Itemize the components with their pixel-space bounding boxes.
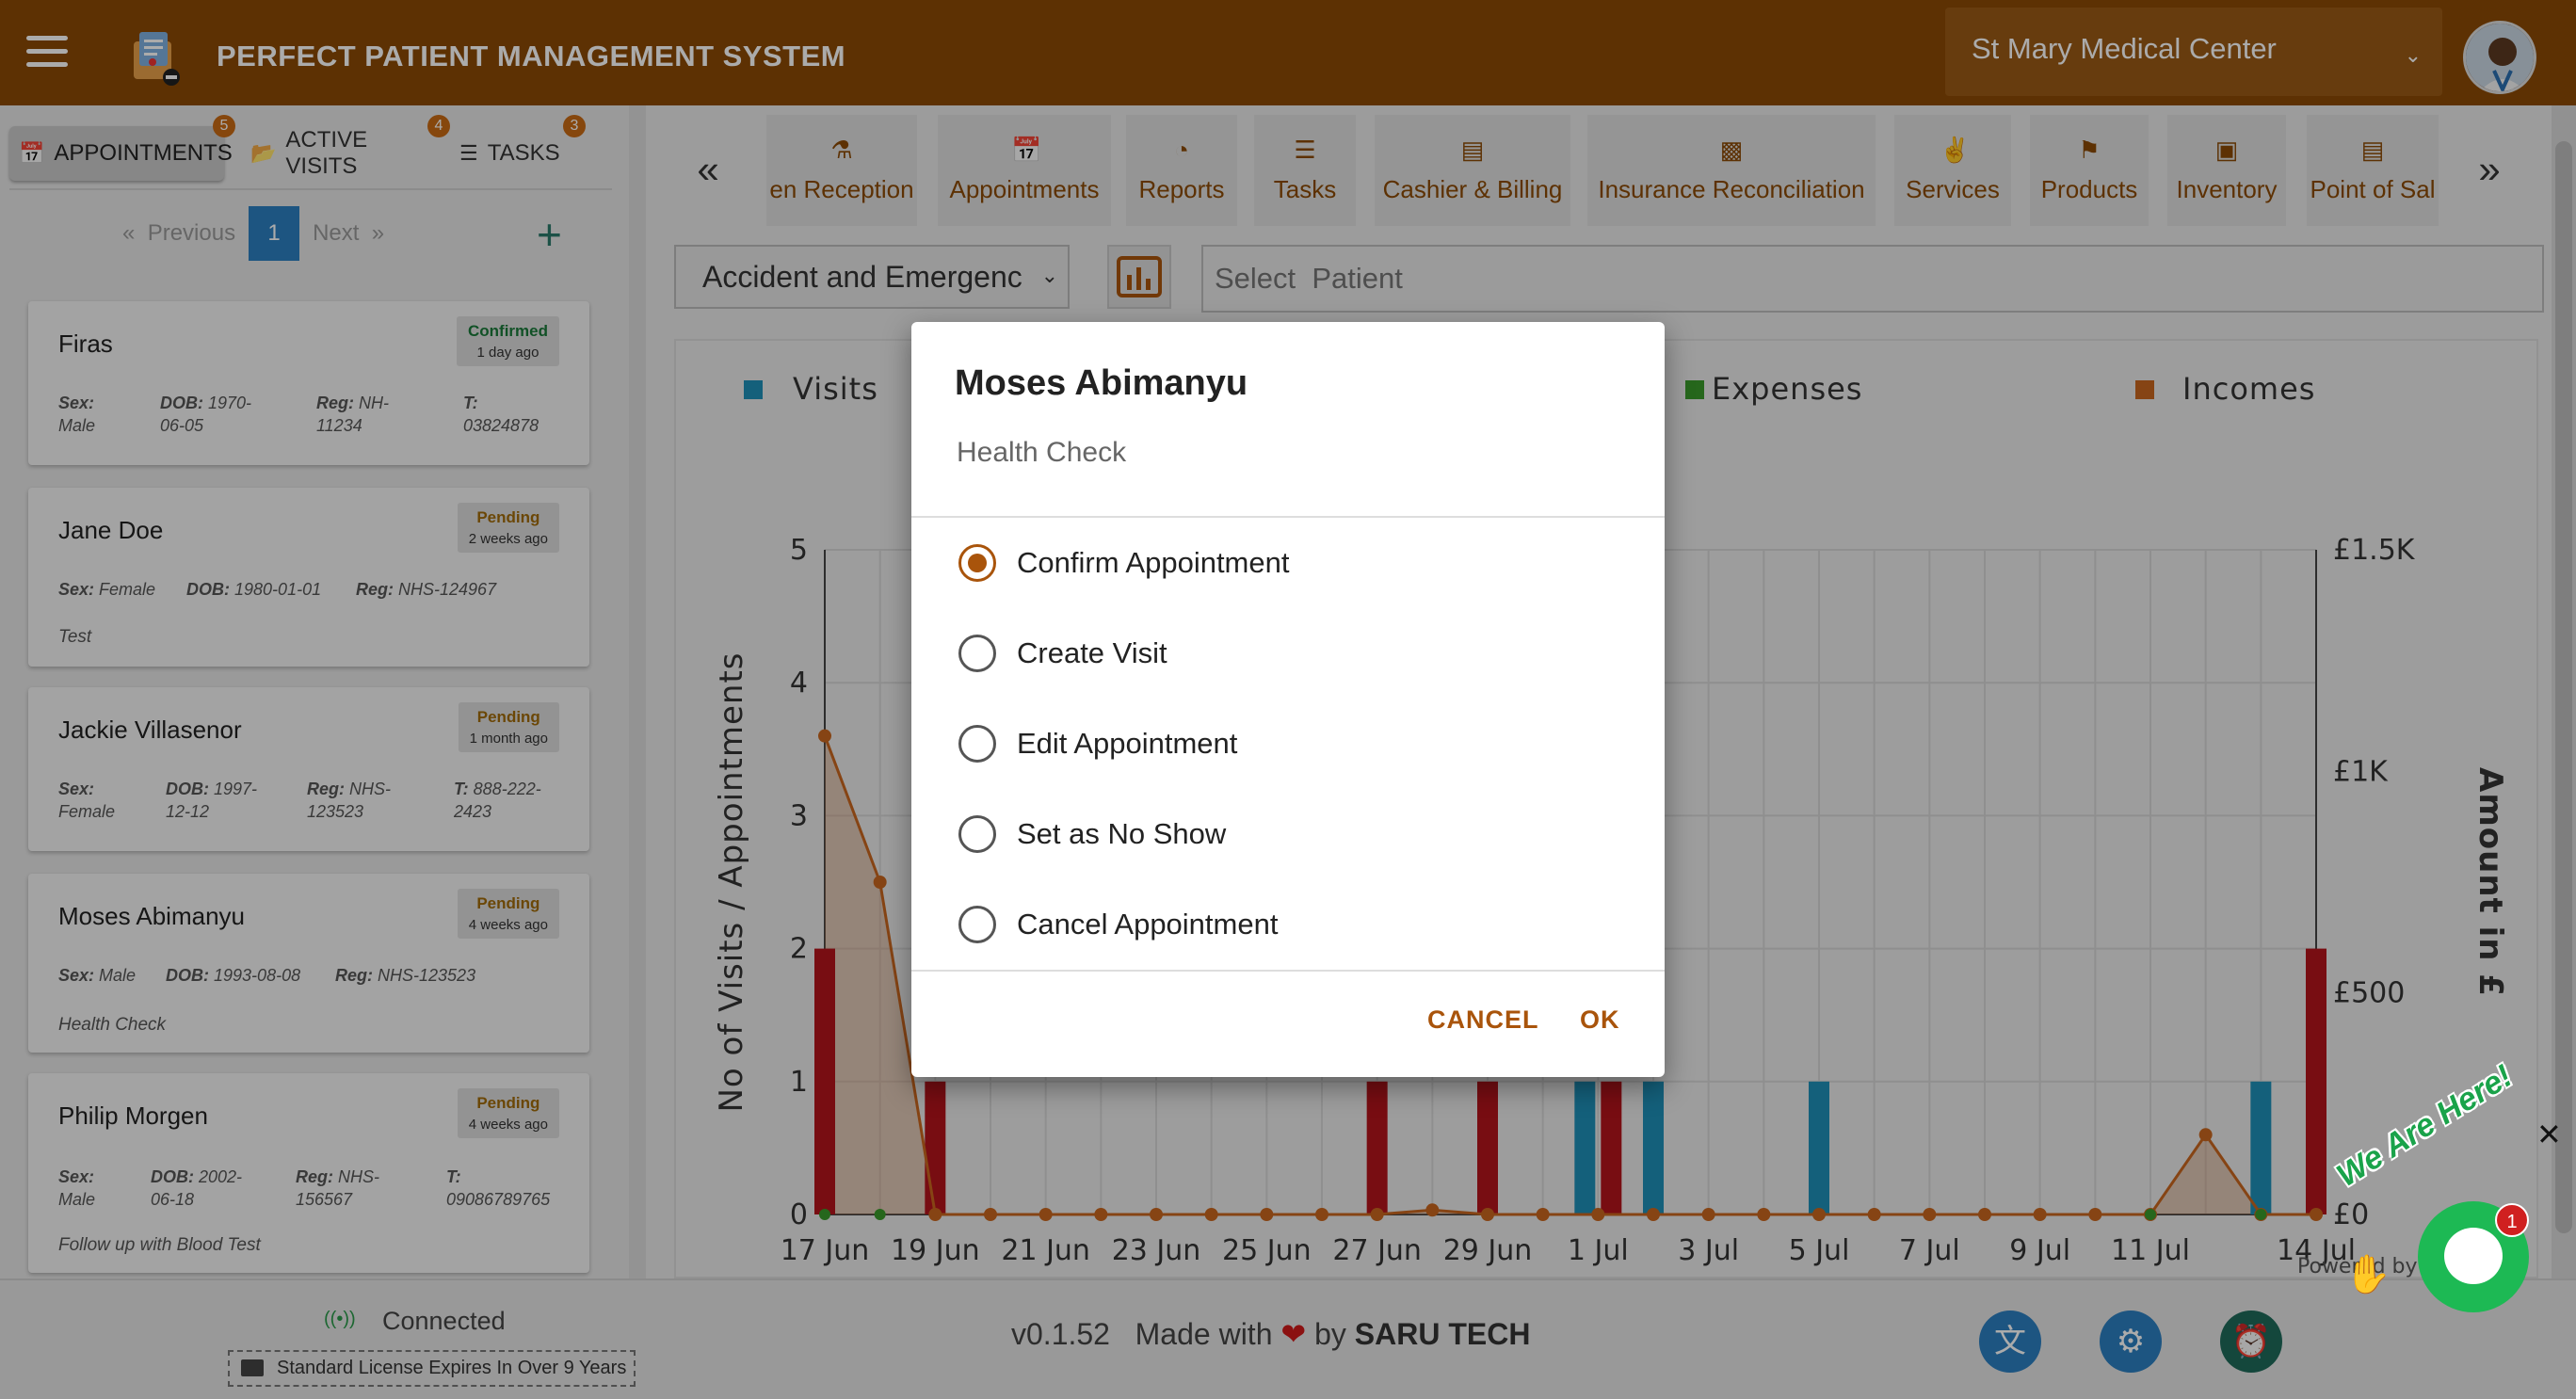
- option-label: Create Visit: [1017, 636, 1167, 669]
- option-label: Confirm Appointment: [1017, 546, 1290, 579]
- option-label: Cancel Appointment: [1017, 908, 1279, 941]
- ok-button[interactable]: OK: [1580, 1005, 1620, 1035]
- option-confirm-appointment[interactable]: Confirm Appointment: [958, 535, 1618, 591]
- option-label: Set as No Show: [1017, 817, 1227, 850]
- close-chat-icon[interactable]: ✕: [2536, 1117, 2562, 1152]
- radio-icon[interactable]: [958, 635, 996, 672]
- option-label: Edit Appointment: [1017, 727, 1238, 760]
- dialog-divider: [911, 970, 1665, 972]
- dialog-subtitle: Health Check: [957, 437, 1127, 468]
- option-create-visit[interactable]: Create Visit: [958, 625, 1618, 682]
- wave-hand-icon: ✋: [2344, 1254, 2391, 1295]
- cancel-button[interactable]: CANCEL: [1427, 1005, 1539, 1035]
- option-cancel-appointment[interactable]: Cancel Appointment: [958, 896, 1618, 953]
- radio-icon[interactable]: [958, 906, 996, 943]
- dialog-divider: [911, 516, 1665, 518]
- chat-bubble-icon: [2444, 1228, 2503, 1284]
- option-set-no-show[interactable]: Set as No Show: [958, 806, 1618, 862]
- radio-icon[interactable]: [958, 725, 996, 763]
- appointment-actions-dialog: Moses Abimanyu Health Check Confirm Appo…: [911, 322, 1665, 1077]
- chat-unread-badge: 1: [2495, 1203, 2529, 1237]
- radio-selected-icon[interactable]: [958, 544, 996, 582]
- radio-icon[interactable]: [958, 815, 996, 853]
- dialog-title: Moses Abimanyu: [955, 363, 1248, 403]
- option-edit-appointment[interactable]: Edit Appointment: [958, 716, 1618, 772]
